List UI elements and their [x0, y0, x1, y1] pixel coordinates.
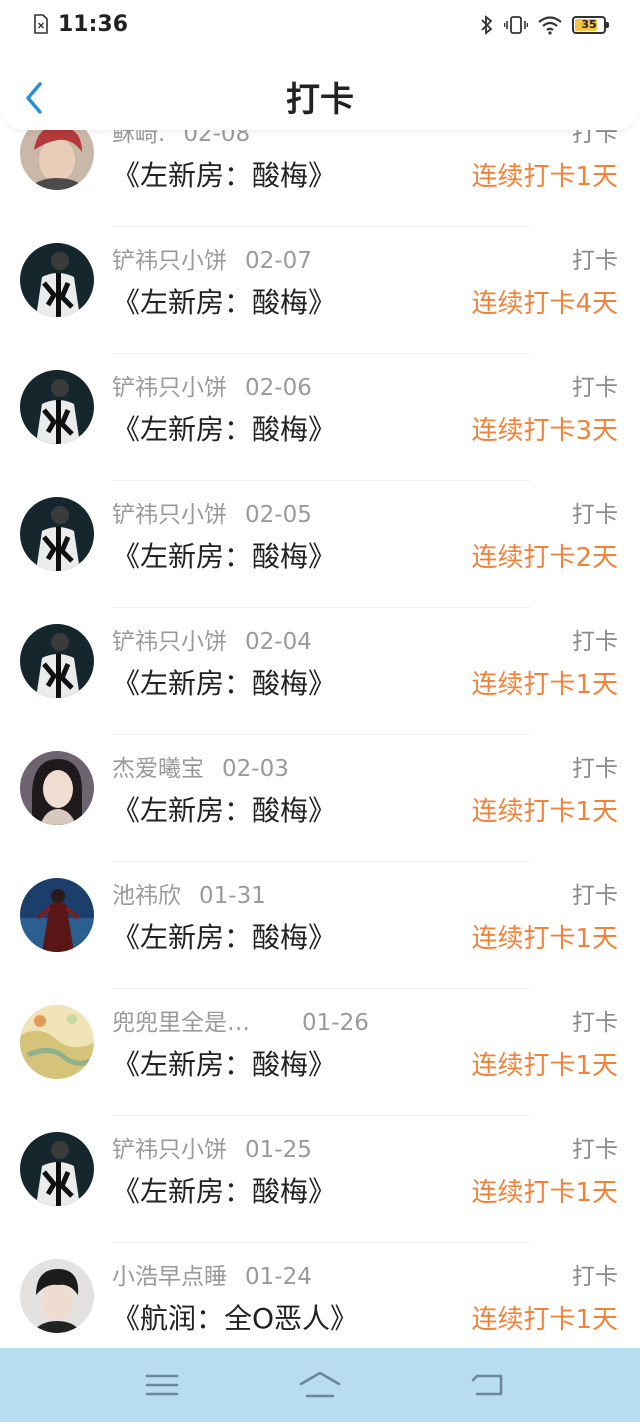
record-type: 打卡 [572, 1010, 618, 1036]
record-title: 《左新房：酸梅》 [112, 1175, 337, 1208]
list-item[interactable]: 铲祎只小饼 02-06 打卡 《左新房：酸梅》 连续打卡3天 [0, 354, 640, 481]
streak-label: 连续打卡1天 [471, 1305, 618, 1335]
avatar[interactable] [20, 1259, 94, 1333]
record-title: 《左新房：酸梅》 [112, 540, 337, 573]
list-item[interactable]: 池祎欣 01-31 打卡 《左新房：酸梅》 连续打卡1天 [0, 862, 640, 989]
streak-label: 连续打卡1天 [471, 797, 618, 827]
user-name[interactable]: 铲祎只小饼 [112, 246, 227, 276]
user-name[interactable]: 小浩早点睡 [112, 1262, 227, 1292]
record-meta: 铲祎只小饼 02-04 [112, 627, 312, 657]
streak-label: 连续打卡1天 [471, 1178, 618, 1208]
app-header: 11:36 35 打卡 [0, 0, 640, 130]
record-title: 《左新房：酸梅》 [112, 921, 337, 954]
record-date: 01-31 [199, 883, 266, 909]
record-type: 打卡 [572, 502, 618, 528]
list-item[interactable]: 铲祎只小饼 02-05 打卡 《左新房：酸梅》 连续打卡2天 [0, 481, 640, 608]
back-icon[interactable] [468, 1368, 508, 1402]
checkin-list: 稣崎. 02-08 打卡 《左新房：酸梅》 连续打卡1天 铲祎只小饼 02-07 打… [0, 100, 640, 1348]
user-name[interactable]: 杰爱曦宝 [112, 754, 204, 784]
avatar[interactable] [20, 1005, 94, 1079]
record-title: 《左新房：酸梅》 [112, 667, 337, 700]
status-time: 11:36 [58, 12, 129, 37]
record-meta: 池祎欣 01-31 [112, 881, 266, 911]
user-name[interactable]: 兜兜里全是… [112, 1008, 302, 1038]
battery-icon: 35 [572, 16, 609, 34]
streak-label: 连续打卡1天 [471, 162, 618, 192]
record-meta: 铲祎只小饼 02-07 [112, 246, 312, 276]
user-name[interactable]: 铲祎只小饼 [112, 500, 227, 530]
streak-label: 连续打卡1天 [471, 670, 618, 700]
record-type: 打卡 [572, 883, 618, 909]
system-nav-bar [0, 1348, 640, 1422]
home-icon[interactable] [298, 1368, 342, 1402]
record-title: 《左新房：酸梅》 [112, 286, 337, 319]
bluetooth-icon [481, 15, 493, 35]
avatar[interactable] [20, 1132, 94, 1206]
record-title: 《左新房：酸梅》 [112, 794, 337, 827]
record-title: 《左新房：酸梅》 [112, 413, 337, 446]
avatar[interactable] [20, 751, 94, 825]
record-meta: 铲祎只小饼 01-25 [112, 1135, 312, 1165]
list-item[interactable]: 杰爱曦宝 02-03 打卡 《左新房：酸梅》 连续打卡1天 [0, 735, 640, 862]
streak-label: 连续打卡1天 [471, 1051, 618, 1081]
sim-card-icon [34, 14, 48, 34]
record-type: 打卡 [572, 375, 618, 401]
list-item[interactable]: 铲祎只小饼 01-25 打卡 《左新房：酸梅》 连续打卡1天 [0, 1116, 640, 1243]
user-name[interactable]: 铲祎只小饼 [112, 373, 227, 403]
avatar[interactable] [20, 370, 94, 444]
list-item[interactable]: 铲祎只小饼 02-07 打卡 《左新房：酸梅》 连续打卡4天 [0, 227, 640, 354]
record-date: 02-05 [245, 502, 312, 528]
vibrate-icon [504, 16, 528, 34]
record-type: 打卡 [572, 756, 618, 782]
record-type: 打卡 [572, 1264, 618, 1290]
record-type: 打卡 [572, 248, 618, 274]
record-date: 01-26 [302, 1010, 369, 1036]
record-date: 02-04 [245, 629, 312, 655]
record-date: 01-25 [245, 1137, 312, 1163]
avatar[interactable] [20, 624, 94, 698]
user-name[interactable]: 铲祎只小饼 [112, 1135, 227, 1165]
streak-label: 连续打卡2天 [471, 543, 618, 573]
record-date: 02-06 [245, 375, 312, 401]
avatar[interactable] [20, 497, 94, 571]
record-type: 打卡 [572, 629, 618, 655]
battery-level: 35 [581, 18, 597, 31]
menu-icon[interactable] [142, 1368, 182, 1402]
list-item[interactable]: 铲祎只小饼 02-04 打卡 《左新房：酸梅》 连续打卡1天 [0, 608, 640, 735]
streak-label: 连续打卡1天 [471, 924, 618, 954]
record-title: 《左新房：酸梅》 [112, 1048, 337, 1081]
record-title: 《左新房：酸梅》 [112, 159, 337, 192]
user-name[interactable]: 铲祎只小饼 [112, 627, 227, 657]
record-meta: 兜兜里全是… 01-26 [112, 1008, 369, 1038]
record-title: 《航润：全O恶人》 [112, 1302, 359, 1335]
record-meta: 杰爱曦宝 02-03 [112, 754, 289, 784]
page-title: 打卡 [286, 80, 354, 120]
list-item[interactable]: 小浩早点睡 01-24 打卡 《航润：全O恶人》 连续打卡1天 [0, 1243, 640, 1348]
record-date: 02-07 [245, 248, 312, 274]
avatar[interactable] [20, 878, 94, 952]
record-date: 02-03 [222, 756, 289, 782]
streak-label: 连续打卡4天 [471, 289, 618, 319]
record-date: 01-24 [245, 1264, 312, 1290]
status-icons: 35 [480, 12, 609, 38]
avatar[interactable] [20, 243, 94, 317]
record-type: 打卡 [572, 1137, 618, 1163]
user-name[interactable]: 池祎欣 [112, 881, 181, 911]
record-meta: 铲祎只小饼 02-06 [112, 373, 312, 403]
wifi-icon [538, 16, 562, 35]
record-meta: 小浩早点睡 01-24 [112, 1262, 312, 1292]
list-item[interactable]: 兜兜里全是… 01-26 打卡 《左新房：酸梅》 连续打卡1天 [0, 989, 640, 1116]
streak-label: 连续打卡3天 [471, 416, 618, 446]
record-meta: 铲祎只小饼 02-05 [112, 500, 312, 530]
